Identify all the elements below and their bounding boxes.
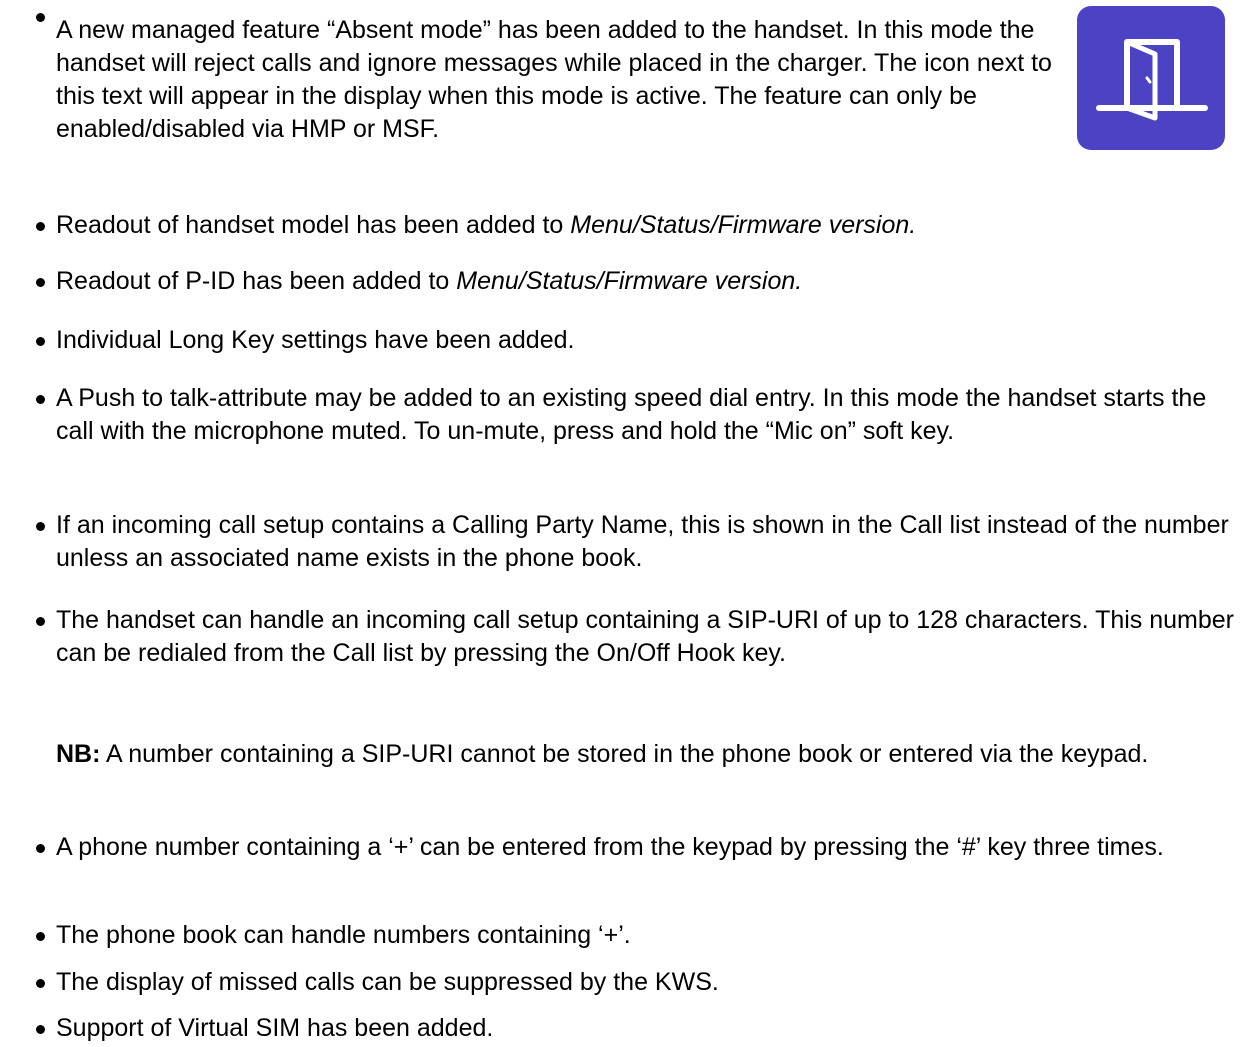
bullet-icon <box>36 222 45 231</box>
release-notes-document: A new managed feature “Absent mode” has … <box>0 0 1243 1047</box>
bullet-icon <box>36 278 45 287</box>
list-item-text: A Push to talk-attribute may be added to… <box>56 384 1207 445</box>
bullet-icon <box>36 395 45 404</box>
note-label: NB: <box>56 740 101 768</box>
list-item-text: A phone number containing a ‘+’ can be e… <box>56 833 1164 861</box>
absent-mode-door-icon <box>1077 6 1225 150</box>
list-item-text: Readout of handset model has been added … <box>56 209 1243 242</box>
list-item-text: The phone book can handle numbers contai… <box>56 921 631 949</box>
list-item-text: Support of Virtual SIM has been added. <box>56 1014 494 1042</box>
list-item-absent-mode: A new managed feature “Absent mode” has … <box>0 0 1066 146</box>
list-item-sip-uri: The handset can handle an incoming call … <box>0 604 1241 670</box>
note-text: A number containing a SIP-URI cannot be … <box>100 740 1149 768</box>
list-item-text-plain: Readout of handset model has been added … <box>56 211 571 239</box>
list-item-push-to-talk: A Push to talk-attribute may be added to… <box>0 382 1236 448</box>
list-item-text-plain: Readout of P-ID has been added to <box>56 267 457 295</box>
bullet-icon <box>36 13 45 22</box>
sip-uri-note: NB: A number containing a SIP-URI cannot… <box>0 738 1241 771</box>
list-item-missed-calls: The display of missed calls can be suppr… <box>0 966 1243 999</box>
bullet-icon <box>36 844 45 853</box>
bullet-icon <box>36 337 45 346</box>
list-item-long-key: Individual Long Key settings have been a… <box>0 324 1243 357</box>
bullet-icon <box>36 617 45 626</box>
list-item-pid: Readout of P-ID has been added to Menu/S… <box>0 265 1243 298</box>
list-item-text: Readout of P-ID has been added to Menu/S… <box>56 265 1243 298</box>
list-item-virtual-sim: Support of Virtual SIM has been added. <box>0 1012 1243 1045</box>
list-item-text: Individual Long Key settings have been a… <box>56 326 575 354</box>
bullet-icon <box>36 1025 45 1034</box>
list-item-text: The handset can handle an incoming call … <box>56 606 1235 667</box>
list-item-phone-book-plus: The phone book can handle numbers contai… <box>0 919 1243 952</box>
list-item-text: If an incoming call setup contains a Cal… <box>56 511 1229 572</box>
bullet-icon <box>36 979 45 988</box>
door-icon <box>1096 39 1208 121</box>
bullet-icon <box>36 932 45 941</box>
bullet-icon <box>36 522 45 531</box>
menu-path-text: Menu/Status/Firmware version. <box>570 211 917 239</box>
list-item-text: The display of missed calls can be suppr… <box>56 968 719 996</box>
list-item-plus-keypad: A phone number containing a ‘+’ can be e… <box>0 831 1243 864</box>
list-item-handset-model: Readout of handset model has been added … <box>0 209 1243 242</box>
list-item-calling-party-name: If an incoming call setup contains a Cal… <box>0 509 1241 575</box>
list-item-text: A new managed feature “Absent mode” has … <box>56 16 1052 143</box>
menu-path-text: Menu/Status/Firmware version. <box>456 267 803 295</box>
